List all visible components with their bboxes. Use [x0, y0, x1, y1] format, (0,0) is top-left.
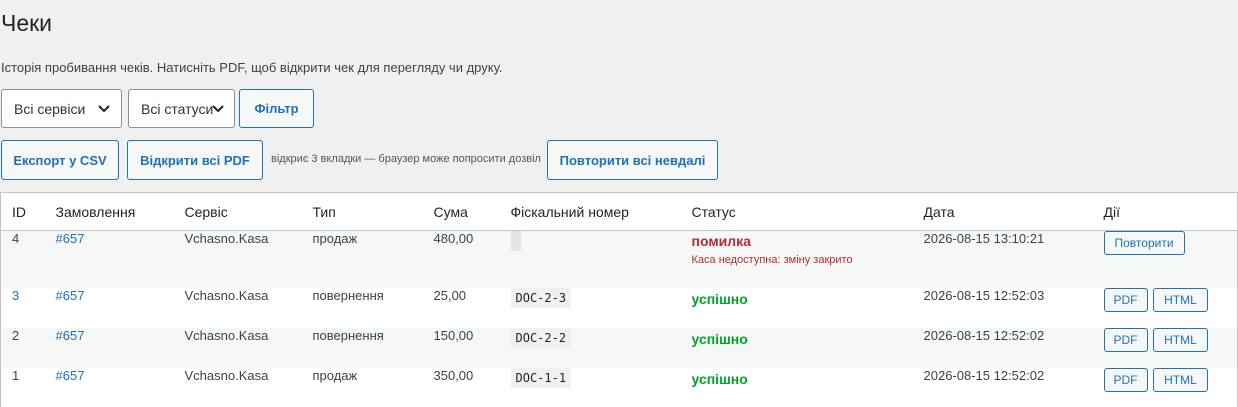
cell-id-link[interactable]: 3	[12, 288, 19, 303]
order-link[interactable]: #657	[56, 231, 85, 246]
cell-service: Vchasno.Kasa	[184, 287, 269, 303]
column-header-fiscal: Фіскальний номер	[510, 192, 692, 231]
retry-button[interactable]: Повторити	[1103, 231, 1185, 255]
order-link[interactable]: #657	[56, 288, 85, 303]
status-select-value: Всі статуси	[141, 100, 214, 117]
status-error-detail: Каса недоступна: зміну закрито	[691, 254, 853, 266]
cell-fiscal: DOC-1-1	[510, 367, 692, 407]
pdf-button[interactable]: PDF	[1103, 327, 1148, 352]
table-row: 3 #657 Vchasno.Kasa повернення 25,00 DOC…	[0, 287, 1238, 328]
filter-button[interactable]: Фільтр	[239, 89, 314, 128]
cell-date: 2026-08-15 13:10:21	[923, 231, 1045, 246]
fiscal-number-empty	[510, 231, 521, 251]
html-button[interactable]: HTML	[1153, 327, 1208, 352]
cell-sum: 150,00	[433, 327, 474, 343]
cell-date: 2026-08-15 12:52:03	[923, 287, 1045, 303]
cell-fiscal: DOC-2-2	[510, 327, 692, 368]
order-link[interactable]: #657	[56, 368, 85, 383]
cell-service: Vchasno.Kasa	[184, 327, 269, 343]
column-header-type: Тип	[312, 192, 434, 231]
cell-actions: PDF HTML	[1103, 287, 1238, 328]
cell-fiscal	[510, 231, 692, 288]
fiscal-number: DOC-1-1	[510, 367, 572, 388]
table-row: 4 #657 Vchasno.Kasa продаж 480,00 помилк…	[0, 230, 1238, 288]
receipts-table: ID Замовлення Сервіс Тип Сума Фіскальний…	[0, 192, 1238, 407]
service-select-value: Всі сервіси	[14, 100, 86, 117]
column-header-service: Сервіс	[184, 192, 313, 231]
column-header-order: Замовлення	[55, 192, 185, 231]
table-row: 1 #657 Vchasno.Kasa продаж 350,00 DOC-1-…	[0, 367, 1238, 407]
column-header-date: Дата	[923, 192, 1104, 231]
chevron-down-icon	[212, 105, 224, 113]
column-header-actions: Дії	[1103, 192, 1238, 231]
table-header-row: ID Замовлення Сервіс Тип Сума Фіскальний…	[0, 192, 1238, 231]
cell-type: повернення	[312, 287, 384, 303]
cell-sum: 480,00	[433, 231, 474, 246]
page-title: Чеки	[1, 10, 53, 36]
cell-fiscal: DOC-2-3	[510, 287, 692, 328]
html-button[interactable]: HTML	[1153, 367, 1208, 392]
column-header-id: ID	[0, 192, 56, 231]
cell-type: продаж	[312, 231, 358, 246]
table-row: 2 #657 Vchasno.Kasa повернення 150,00 DO…	[0, 327, 1238, 368]
cell-sum: 350,00	[433, 367, 474, 383]
cell-id: 4	[12, 231, 20, 246]
cell-status: успішно	[692, 368, 924, 407]
cell-type: продаж	[312, 367, 358, 383]
open-all-pdf-button[interactable]: Відкрити всі PDF	[127, 140, 263, 180]
status-badge: успішно	[691, 330, 748, 347]
cell-status: помилка Каса недоступна: зміну закрито	[692, 231, 924, 288]
cell-sum: 25,00	[433, 287, 467, 303]
cell-id: 1	[12, 367, 20, 383]
chevron-down-icon	[98, 105, 110, 113]
page-description: Історія пробивання чеків. Натисніть PDF,…	[1, 60, 503, 75]
cell-date: 2026-08-15 12:52:02	[923, 367, 1045, 383]
cell-status: успішно	[692, 288, 924, 328]
column-header-sum: Сума	[433, 192, 511, 231]
column-header-status: Статус	[691, 192, 924, 231]
cell-service: Vchasno.Kasa	[184, 367, 269, 383]
cell-id: 2	[12, 327, 20, 343]
status-badge: успішно	[691, 290, 748, 307]
retry-all-failed-button[interactable]: Повторити всі невдалі	[547, 140, 718, 180]
cell-actions: PDF HTML	[1103, 327, 1238, 368]
pdf-button[interactable]: PDF	[1103, 367, 1148, 392]
status-badge: успішно	[691, 370, 748, 387]
cell-date: 2026-08-15 12:52:02	[923, 327, 1045, 343]
cell-actions: PDF HTML	[1103, 367, 1238, 407]
cell-status: успішно	[692, 328, 924, 368]
pdf-button[interactable]: PDF	[1103, 287, 1148, 312]
export-csv-button[interactable]: Експорт у CSV	[1, 140, 119, 180]
cell-actions: Повторити	[1103, 231, 1238, 288]
fiscal-number: DOC-2-3	[510, 287, 572, 308]
fiscal-number: DOC-2-2	[510, 327, 572, 348]
cell-service: Vchasno.Kasa	[184, 231, 269, 246]
open-all-hint: відкриє 3 вкладки — браузер може попроси…	[271, 153, 541, 165]
status-select[interactable]: Всі статуси	[128, 89, 235, 128]
order-link[interactable]: #657	[56, 328, 85, 343]
cell-type: повернення	[312, 327, 384, 343]
service-select[interactable]: Всі сервіси	[1, 89, 122, 128]
html-button[interactable]: HTML	[1153, 287, 1208, 312]
status-badge: помилка	[691, 233, 751, 249]
